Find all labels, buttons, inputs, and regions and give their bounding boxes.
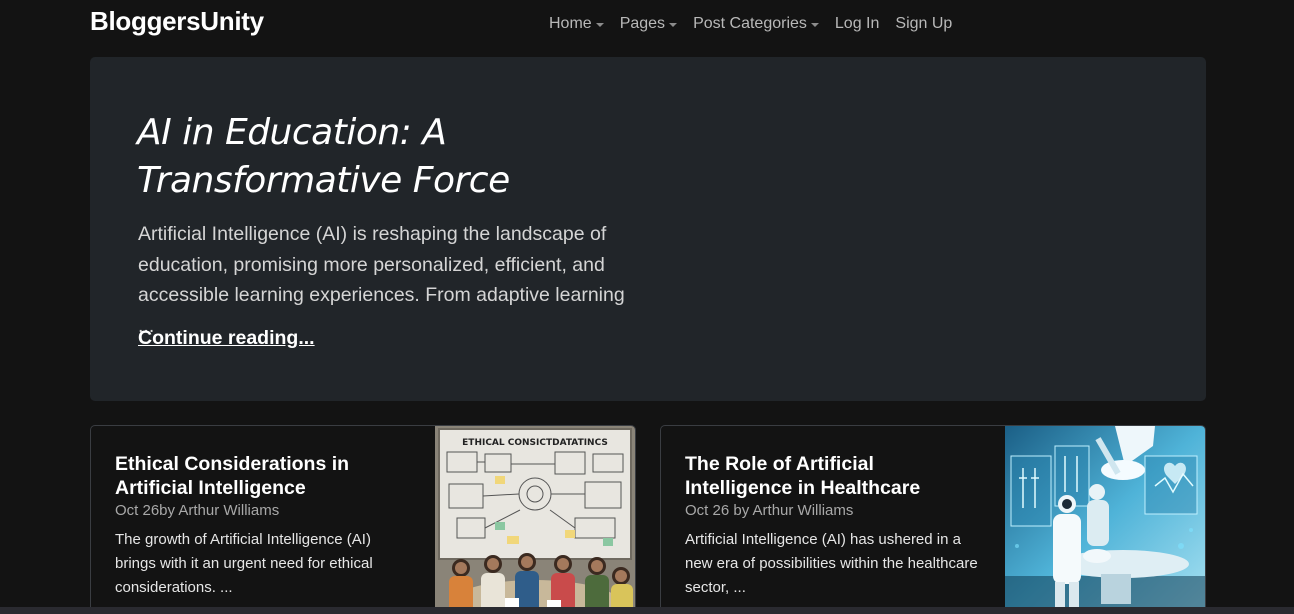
nav-item-label: Post Categories [693,15,807,32]
post-card: Ethical Considerations in Artificial Int… [90,425,636,614]
post-card-meta: Oct 26 by Arthur Williams [685,502,854,519]
nav-item-sign-up[interactable]: Sign Up [887,13,960,35]
post-card-title[interactable]: Ethical Considerations in Artificial Int… [115,452,415,500]
nav-item-label: Pages [619,15,666,32]
featured-post-hero: AI in Education: A Transformative Force … [90,57,1206,401]
nav-item-home[interactable]: Home [541,13,612,35]
post-card-thumbnail[interactable] [1005,426,1205,614]
chevron-down-icon [810,22,819,27]
post-card-body: Ethical Considerations in Artificial Int… [115,452,415,600]
post-card: The Role of Artificial Intelligence in H… [660,425,1206,614]
post-card-title[interactable]: The Role of Artificial Intelligence in H… [685,452,985,500]
hero-title: AI in Education: A Transformative Force [137,109,597,205]
nav-item-label: Home [549,15,592,32]
post-card-body: The Role of Artificial Intelligence in H… [685,452,985,600]
chevron-down-icon [595,22,604,27]
nav-item-post-categories[interactable]: Post Categories [685,13,827,35]
hero-title-line: AI in Education: A [137,112,447,153]
post-card-excerpt: The growth of Artificial Intelligence (A… [115,531,373,596]
main-nav: Home Pages Post Categories Log In Sign U… [541,13,960,35]
navbar: BloggersUnity Home Pages Post Categories… [0,0,1294,48]
brand-logo[interactable]: BloggersUnity [90,6,264,37]
continue-reading-link[interactable]: Continue reading... [138,327,315,350]
nav-item-label: Log In [834,15,880,32]
horizontal-scrollbar[interactable] [0,607,1294,614]
chevron-down-icon [669,22,678,27]
hero-title-line: Transformative Force [137,160,510,201]
nav-item-pages[interactable]: Pages [612,13,685,35]
hero-excerpt: Artificial Intelligence (AI) is reshapin… [138,223,625,337]
post-card-meta: Oct 26by Arthur Williams [115,502,280,519]
nav-item-log-in[interactable]: Log In [827,13,887,35]
post-card-excerpt: Artificial Intelligence (AI) has ushered… [685,531,978,596]
nav-item-label: Sign Up [895,15,953,32]
thumbnail-board-text: ETHICAL CONSICTDATATINCS [462,438,608,448]
post-card-thumbnail[interactable]: ETHICAL CONSICTDATATINCS [435,426,635,614]
